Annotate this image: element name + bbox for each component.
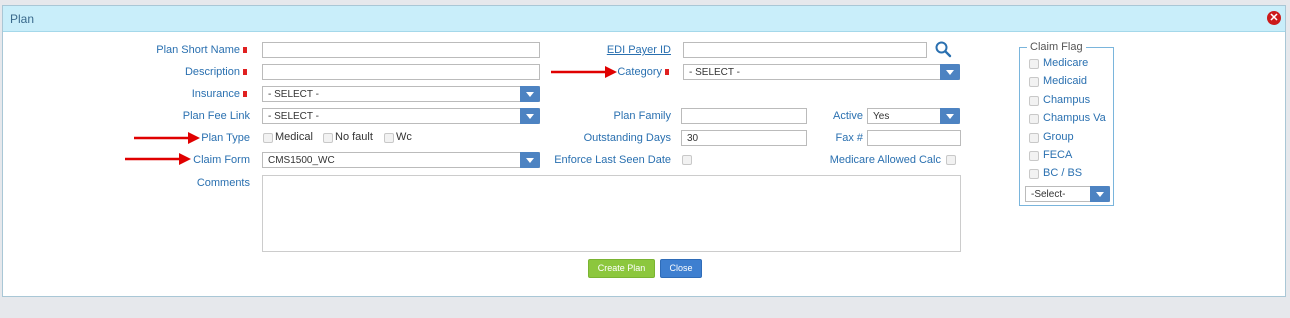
- required-marker: [243, 69, 247, 76]
- claim-flag-select[interactable]: -Select-: [1025, 186, 1110, 202]
- medicare-allowed-calc-checkbox[interactable]: [946, 155, 956, 165]
- plan-fee-link-select-value: - SELECT -: [268, 111, 319, 122]
- plan-type-medical-label: Medical: [275, 131, 313, 143]
- outstanding-days-label: Outstanding Days: [583, 132, 671, 144]
- enforce-last-seen-date-checkbox[interactable]: [682, 155, 692, 165]
- comments-textarea[interactable]: [262, 175, 961, 252]
- edi-payer-id-input[interactable]: [683, 42, 927, 58]
- plan-type-label: Plan Type: [201, 132, 250, 144]
- category-select[interactable]: - SELECT -: [683, 64, 960, 80]
- required-marker: [665, 69, 669, 76]
- insurance-label: Insurance: [192, 88, 247, 100]
- claim-flag-select-value: -Select-: [1031, 189, 1066, 200]
- annotation-arrow-icon: [125, 153, 191, 165]
- claim-flag-bcbs-label: BC / BS: [1043, 167, 1083, 179]
- annotation-arrow-icon: [134, 132, 200, 144]
- chevron-down-icon[interactable]: [1090, 186, 1110, 202]
- claim-flag-feca-label: FECA: [1043, 149, 1073, 161]
- enforce-last-seen-date-label: Enforce Last Seen Date: [554, 154, 671, 166]
- claim-form-select-value: CMS1500_WC: [268, 155, 335, 166]
- claim-flag-group-label: Group: [1043, 131, 1074, 143]
- description-label: Description: [185, 66, 247, 78]
- close-icon[interactable]: ✕: [1267, 11, 1281, 25]
- fax-label: Fax #: [835, 132, 863, 144]
- claim-flag-fieldset: [1019, 47, 1114, 206]
- annotation-arrow-icon: [551, 66, 617, 78]
- chevron-down-icon[interactable]: [940, 64, 960, 80]
- category-label: Category: [617, 66, 669, 78]
- active-select[interactable]: Yes: [867, 108, 960, 124]
- chevron-down-icon[interactable]: [520, 86, 540, 102]
- claim-flag-feca-checkbox[interactable]: [1029, 151, 1039, 161]
- category-select-value: - SELECT -: [689, 67, 740, 78]
- required-marker: [243, 47, 247, 54]
- search-icon[interactable]: [935, 41, 952, 58]
- plan-short-name-input[interactable]: [262, 42, 540, 58]
- claim-form-select[interactable]: CMS1500_WC: [262, 152, 540, 168]
- plan-family-input[interactable]: [681, 108, 807, 124]
- plan-type-wc-checkbox[interactable]: [384, 133, 394, 143]
- required-marker: [243, 91, 247, 98]
- comments-label: Comments: [196, 177, 250, 189]
- plan-type-wc-label: Wc: [396, 131, 412, 143]
- insurance-select-value: - SELECT -: [268, 89, 319, 100]
- claim-flag-medicaid-label: Medicaid: [1043, 75, 1088, 87]
- claim-flag-bcbs-checkbox[interactable]: [1029, 169, 1039, 179]
- create-plan-button[interactable]: Create Plan: [588, 259, 655, 278]
- claim-form-label: Claim Form: [193, 154, 250, 166]
- plan-type-no-fault-checkbox[interactable]: [323, 133, 333, 143]
- plan-type-no-fault-label: No fault: [335, 131, 373, 143]
- claim-flag-medicaid-checkbox[interactable]: [1029, 77, 1039, 87]
- active-select-value: Yes: [873, 111, 890, 122]
- claim-flag-medicare-label: Medicare: [1043, 57, 1089, 69]
- claim-flag-group-checkbox[interactable]: [1029, 133, 1039, 143]
- active-label: Active: [833, 110, 863, 122]
- claim-flag-champus-va-checkbox[interactable]: [1029, 114, 1039, 124]
- claim-flag-champus-label: Champus: [1043, 94, 1091, 106]
- plan-family-label: Plan Family: [613, 110, 671, 122]
- chevron-down-icon[interactable]: [520, 152, 540, 168]
- claim-flag-legend: Claim Flag: [1027, 41, 1086, 53]
- plan-type-medical-checkbox[interactable]: [263, 133, 273, 143]
- plan-fee-link-label: Plan Fee Link: [182, 110, 250, 122]
- plan-short-name-label: Plan Short Name: [156, 44, 247, 56]
- dialog-title: Plan: [10, 12, 35, 26]
- claim-flag-champus-checkbox[interactable]: [1029, 96, 1039, 106]
- outstanding-days-input[interactable]: 30: [681, 130, 807, 146]
- fax-input[interactable]: [867, 130, 961, 146]
- chevron-down-icon[interactable]: [520, 108, 540, 124]
- claim-flag-champus-va-label: Champus Va: [1043, 112, 1106, 124]
- description-input[interactable]: [262, 64, 540, 80]
- insurance-select[interactable]: - SELECT -: [262, 86, 540, 102]
- medicare-allowed-calc-label: Medicare Allowed Calc: [829, 154, 941, 166]
- dialog-title-bar: Plan ✕: [3, 6, 1285, 32]
- close-button[interactable]: Close: [660, 259, 702, 278]
- plan-fee-link-select[interactable]: - SELECT -: [262, 108, 540, 124]
- claim-flag-medicare-checkbox[interactable]: [1029, 59, 1039, 69]
- edi-payer-id-label[interactable]: EDI Payer ID: [607, 44, 671, 56]
- chevron-down-icon[interactable]: [940, 108, 960, 124]
